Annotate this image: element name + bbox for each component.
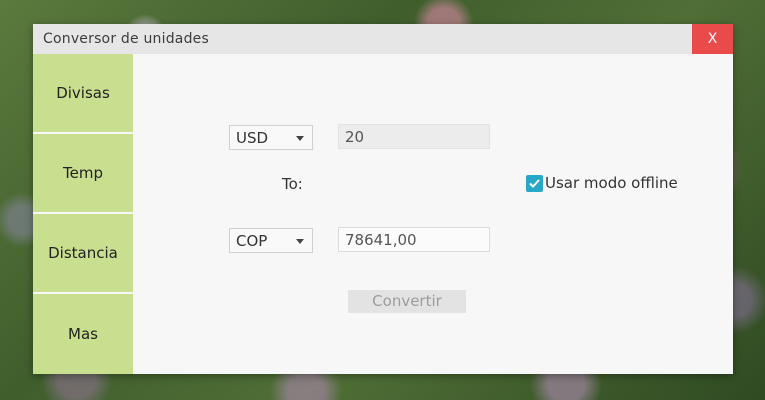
window-title: Conversor de unidades (43, 31, 209, 47)
to-value-field[interactable]: 78641,00 (338, 227, 490, 252)
convert-button[interactable]: Convertir (348, 290, 466, 313)
close-button[interactable]: X (692, 24, 733, 54)
from-currency-select[interactable]: USD (229, 125, 313, 150)
to-currency-value: COP (236, 232, 268, 250)
sidebar-item-temp[interactable]: Temp (33, 134, 133, 212)
converter-panel: USD 20 To: Usar modo offline COP 78641,0… (133, 54, 733, 374)
sidebar-item-mas[interactable]: Mas (33, 294, 133, 374)
from-value-input[interactable]: 20 (338, 124, 490, 149)
sidebar-item-divisas[interactable]: Divisas (33, 54, 133, 132)
title-bar[interactable]: Conversor de unidades X (33, 24, 733, 54)
to-currency-select[interactable]: COP (229, 228, 313, 253)
offline-mode-label: Usar modo offline (545, 174, 678, 192)
checkbox-checked-icon (526, 175, 543, 192)
to-label: To: (282, 175, 303, 193)
offline-mode-checkbox[interactable]: Usar modo offline (526, 174, 678, 194)
from-currency-value: USD (236, 129, 269, 147)
sidebar: Divisas Temp Distancia Mas (33, 54, 133, 374)
chevron-down-icon (296, 239, 304, 244)
chevron-down-icon (296, 136, 304, 141)
converter-window: Conversor de unidades X Divisas Temp Dis… (33, 24, 733, 374)
sidebar-item-distancia[interactable]: Distancia (33, 214, 133, 292)
